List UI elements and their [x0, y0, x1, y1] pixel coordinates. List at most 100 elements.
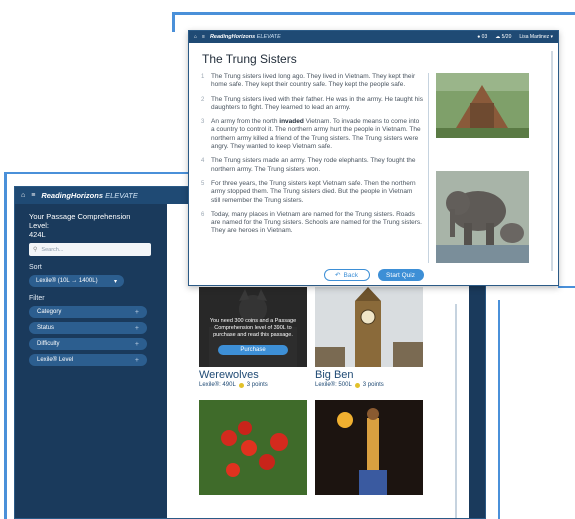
comprehension-level-value: 424L — [29, 230, 46, 239]
search-icon: ⚲ — [33, 247, 38, 253]
coin-icon — [238, 382, 244, 388]
story-paragraph: 5 For three years, the Trung sisters kept… — [201, 180, 423, 205]
user-menu[interactable]: Lisa Martinez ▾ — [519, 34, 553, 40]
sort-value: Lexile® (10L → 1400L) — [36, 278, 98, 284]
plus-icon: + — [134, 356, 139, 364]
chevron-down-icon: ▾ — [113, 278, 117, 285]
story-title: The Trung Sisters — [202, 52, 297, 66]
passage-image-big-ben — [315, 287, 423, 367]
paragraph-text: The Trung sisters made an army. They rod… — [211, 157, 416, 173]
story-paragraph: 4 The Trung sisters made an army. They ro… — [201, 157, 423, 174]
hamburger-icon[interactable]: ≡ — [31, 192, 35, 199]
comprehension-level-label: Your Passage Comprehension Level: — [29, 212, 131, 230]
passage-tile-big-ben[interactable]: Big Ben Lexile®: 500L 3 points — [315, 287, 423, 388]
paragraph-text: For three years, the Trung sisters kept … — [211, 179, 416, 204]
temple-ruins-image — [436, 73, 529, 138]
hamburger-icon[interactable]: ≡ — [202, 34, 205, 40]
passage-tile-berries[interactable] — [199, 400, 307, 495]
dancer-image — [315, 400, 423, 495]
home-icon[interactable]: ⌂ — [21, 192, 25, 199]
filter-sidebar: Your Passage Comprehension Level: 424L ⚲… — [15, 204, 165, 518]
points-value: 3 points — [362, 382, 384, 388]
filter-lexile-level-label: Lexile® Level — [37, 357, 74, 363]
berries-image — [199, 400, 307, 495]
elephants-image — [436, 171, 529, 263]
paragraph-number: 1 — [201, 74, 205, 80]
filter-status-label: Status — [37, 325, 55, 331]
passage-image-dancer — [315, 400, 423, 495]
arrow-left-icon: ↶ — [335, 272, 341, 279]
paragraph-text-pre: An army from the north — [211, 118, 280, 126]
coin-icon — [354, 382, 360, 388]
scrollbar[interactable] — [551, 51, 553, 271]
sort-label: Sort — [29, 264, 42, 271]
user-name: Lisa Martinez — [519, 34, 550, 40]
paragraph-number: 2 — [201, 96, 205, 103]
locked-message: You need 300 coins and a Passage Compreh… — [209, 317, 297, 338]
vocab-word[interactable]: invaded — [279, 118, 304, 125]
paragraph-text: The Trung sisters lived long ago. They l… — [211, 73, 416, 89]
points-value: 5/20 — [501, 34, 512, 40]
home-icon[interactable]: ⌂ — [194, 34, 197, 40]
back-button[interactable]: ↶ Back — [323, 269, 370, 281]
filter-label: Filter — [29, 295, 45, 302]
plus-icon: + — [134, 308, 139, 316]
story-paragraph: 6 Today, many places in Vietnam are named… — [201, 211, 423, 236]
frame-line-left-upper — [172, 12, 175, 32]
points-count: ☁ 5/20 — [495, 34, 512, 40]
back-label: Back — [343, 271, 358, 279]
story-image-ruins — [436, 73, 529, 138]
lexile-value: Lexile®: 490L — [199, 382, 236, 388]
coin-value: 03 — [481, 34, 488, 40]
story-image-elephants — [436, 171, 529, 263]
paragraph-text: The Trung sisters lived with their fathe… — [211, 95, 423, 111]
story-paragraph: 1 The Trung sisters lived long ago. They … — [201, 73, 423, 90]
filter-lexile-level[interactable]: Lexile® Level + — [29, 354, 147, 366]
frame-line-top — [172, 12, 575, 15]
filter-difficulty[interactable]: Difficulty + — [29, 338, 147, 350]
passage-title[interactable]: Werewolves — [199, 369, 307, 381]
points-value: 3 points — [246, 382, 268, 388]
topbar-status: ● 03 ☁ 5/20 Lisa Martinez ▾ — [477, 34, 553, 40]
brand-reading: ReadingHorizons — [41, 191, 103, 200]
sort-select[interactable]: Lexile® (10L → 1400L) ▾ — [29, 275, 124, 287]
passage-tile-werewolves[interactable]: You need 300 coins and a Passage Compreh… — [199, 287, 307, 388]
search-placeholder: Search... — [41, 246, 64, 253]
brand-logo: ReadingHorizons ELEVATE — [41, 191, 138, 200]
paragraph-number: 6 — [201, 211, 205, 218]
story-window: ⌂ ≡ ReadingHorizons ELEVATE ● 03 ☁ 5/20 … — [188, 30, 559, 286]
paragraph-text: Today, many places in Vietnam are named … — [211, 210, 422, 235]
brand-elevate: ELEVATE — [105, 191, 138, 200]
big-ben-image — [315, 287, 423, 367]
filter-category-label: Category — [37, 309, 62, 315]
brand-elevate: ELEVATE — [256, 34, 281, 40]
story-actions: ↶ Back Start Quiz — [189, 269, 558, 281]
paragraph-text: An army from the north invaded Vietnam. … — [211, 118, 423, 151]
scrollbar[interactable] — [455, 304, 457, 518]
passage-title[interactable]: Big Ben — [315, 369, 423, 381]
locked-overlay: You need 300 coins and a Passage Compreh… — [199, 287, 307, 367]
passage-image-werewolves: You need 300 coins and a Passage Compreh… — [199, 287, 307, 367]
filter-status[interactable]: Status + — [29, 322, 147, 334]
paragraph-number: 3 — [201, 119, 205, 126]
frame-line-inner — [498, 300, 500, 519]
filter-category[interactable]: Category + — [29, 306, 147, 318]
lexile-value: Lexile®: 500L — [315, 382, 352, 388]
story-text: 1 The Trung sisters lived long ago. They … — [201, 73, 423, 263]
frame-line-right — [558, 286, 575, 288]
start-quiz-button[interactable]: Start Quiz — [377, 269, 424, 281]
paragraph-number: 4 — [201, 158, 205, 165]
story-topbar: ⌂ ≡ ReadingHorizons ELEVATE ● 03 ☁ 5/20 … — [189, 31, 558, 43]
search-input[interactable]: ⚲ Search... — [29, 243, 151, 256]
plus-icon: + — [134, 324, 139, 332]
coin-count: ● 03 — [477, 34, 488, 40]
paragraph-number: 5 — [201, 180, 205, 187]
brand-logo: ReadingHorizons ELEVATE — [210, 34, 281, 40]
frame-line-left — [4, 172, 7, 519]
column-divider — [428, 73, 429, 263]
purchase-button[interactable]: Purchase — [218, 344, 288, 355]
plus-icon: + — [134, 340, 139, 348]
passage-tile-dancer[interactable] — [315, 400, 423, 495]
story-paragraph: 3 An army from the north invaded Vietnam.… — [201, 118, 423, 151]
frame-line-left-top — [4, 172, 188, 174]
